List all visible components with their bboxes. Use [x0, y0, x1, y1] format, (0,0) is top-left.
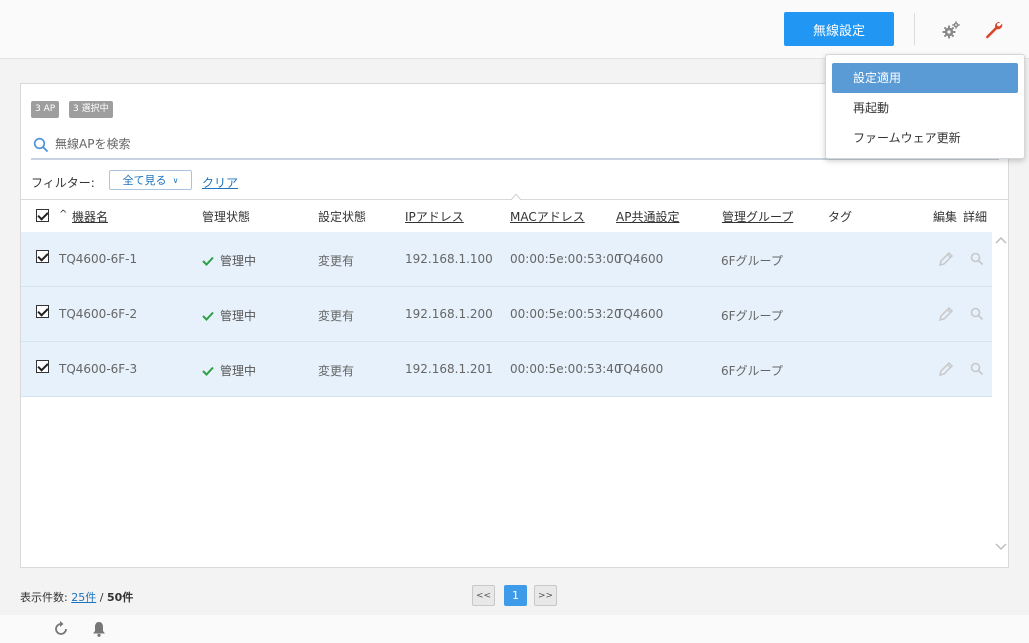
table-row[interactable]: TQ4600-6F-3 管理中 変更有 192.168.1.201 00:00:… [21, 342, 992, 397]
page-size-label: 表示件数: [20, 591, 68, 604]
toolbar-divider [914, 13, 915, 45]
cell-device-name: TQ4600-6F-1 [59, 252, 138, 266]
search-icon [33, 137, 49, 153]
cell-management-group: 6Fグループ [721, 364, 783, 378]
row-checkbox[interactable] [36, 250, 49, 263]
selected-count-badge: 3 選択中 [69, 101, 113, 118]
cell-mac-address: 00:00:5e:00:53:00 [510, 252, 622, 266]
cell-device-name: TQ4600-6F-3 [59, 362, 138, 376]
wrench-icon[interactable] [983, 19, 1003, 39]
cell-ap-common-settings: TQ4600 [616, 252, 664, 266]
header-tag: タグ [828, 210, 853, 224]
filter-select[interactable]: 全て見る ∨ [109, 170, 192, 190]
cell-ip-address: 192.168.1.200 [405, 307, 493, 321]
cell-config-status: 変更有 [318, 364, 355, 378]
cell-admin-status: 管理中 [202, 252, 256, 269]
wireless-settings-button[interactable]: 無線設定 [784, 12, 894, 46]
pencil-icon[interactable] [938, 361, 954, 377]
cell-config-status: 変更有 [318, 254, 355, 268]
magnifier-icon[interactable] [969, 251, 985, 267]
check-icon [202, 256, 214, 266]
table-scrollbar[interactable] [992, 232, 1008, 567]
pencil-icon[interactable] [938, 251, 954, 267]
pager-page-1[interactable]: 1 [504, 585, 527, 606]
cell-config-status: 変更有 [318, 309, 355, 323]
header-admin-status: 管理状態 [202, 210, 251, 224]
chevron-down-icon[interactable] [995, 543, 1007, 551]
header-config-status: 設定状態 [318, 210, 367, 224]
cell-mac-address: 00:00:5e:00:53:20 [510, 307, 622, 321]
cell-ip-address: 192.168.1.201 [405, 362, 493, 376]
header-edit: 編集 [933, 210, 958, 224]
bell-icon[interactable] [90, 620, 108, 638]
menu-item-firmware-update[interactable]: ファームウェア更新 [832, 123, 1018, 153]
filter-label: フィルター: [31, 176, 95, 190]
table-row[interactable]: TQ4600-6F-1 管理中 変更有 192.168.1.100 00:00:… [21, 232, 992, 287]
pager-prev-button[interactable]: << [472, 585, 495, 606]
cell-admin-status: 管理中 [202, 307, 256, 324]
row-checkbox[interactable] [36, 360, 49, 373]
search-input[interactable] [55, 134, 955, 154]
refresh-icon[interactable] [52, 620, 70, 638]
header-ip-address[interactable]: IPアドレス [405, 208, 464, 225]
menu-item-restart[interactable]: 再起動 [832, 93, 1018, 123]
row-checkbox[interactable] [36, 305, 49, 318]
check-icon [202, 366, 214, 376]
cell-management-group: 6Fグループ [721, 254, 783, 268]
total-count: 50件 [106, 591, 134, 604]
select-all-checkbox[interactable] [36, 209, 49, 222]
table-row[interactable]: TQ4600-6F-2 管理中 変更有 192.168.1.200 00:00:… [21, 287, 992, 342]
chevron-down-icon: ∨ [172, 175, 179, 185]
filter-selected-value: 全て見る [122, 174, 167, 187]
cell-ip-address: 192.168.1.100 [405, 252, 493, 266]
cell-ap-common-settings: TQ4600 [616, 307, 664, 321]
cell-mac-address: 00:00:5e:00:53:40 [510, 362, 622, 376]
ap-count-badge: 3 AP [31, 101, 60, 118]
header-ap-common-settings[interactable]: AP共通設定 [616, 208, 679, 225]
cell-management-group: 6Fグループ [721, 309, 783, 323]
menu-item-apply-settings[interactable]: 設定適用 [832, 63, 1018, 93]
pager-next-button[interactable]: >> [534, 585, 557, 606]
wrench-dropdown-menu: 設定適用 再起動 ファームウェア更新 [825, 54, 1025, 159]
top-toolbar: 無線設定 [0, 0, 1029, 59]
sort-ascending-icon: ^ [59, 209, 68, 220]
sort-caret-icon [511, 194, 521, 200]
table-header: ^ 機器名 管理状態 設定状態 IPアドレス MACアドレス AP共通設定 管理… [21, 194, 1008, 232]
clear-filter-link[interactable]: クリア [202, 174, 238, 191]
header-management-group[interactable]: 管理グループ [722, 208, 793, 225]
check-icon [202, 311, 214, 321]
bottom-status-bar [0, 615, 1029, 643]
page-size-separator: / [99, 591, 104, 604]
magnifier-icon[interactable] [969, 361, 985, 377]
header-mac-address[interactable]: MACアドレス [510, 208, 585, 225]
cell-ap-common-settings: TQ4600 [616, 362, 664, 376]
gears-icon[interactable] [941, 20, 961, 40]
cell-admin-status: 管理中 [202, 362, 256, 379]
magnifier-icon[interactable] [969, 306, 985, 322]
header-device-name[interactable]: 機器名 [72, 208, 108, 225]
page-size-info: 表示件数: 25件 / 50件 [20, 589, 133, 605]
header-detail: 詳細 [963, 210, 988, 224]
pencil-icon[interactable] [938, 306, 954, 322]
chevron-up-icon[interactable] [995, 236, 1007, 244]
cell-device-name: TQ4600-6F-2 [59, 307, 138, 321]
page-size-link[interactable]: 25件 [71, 591, 96, 604]
